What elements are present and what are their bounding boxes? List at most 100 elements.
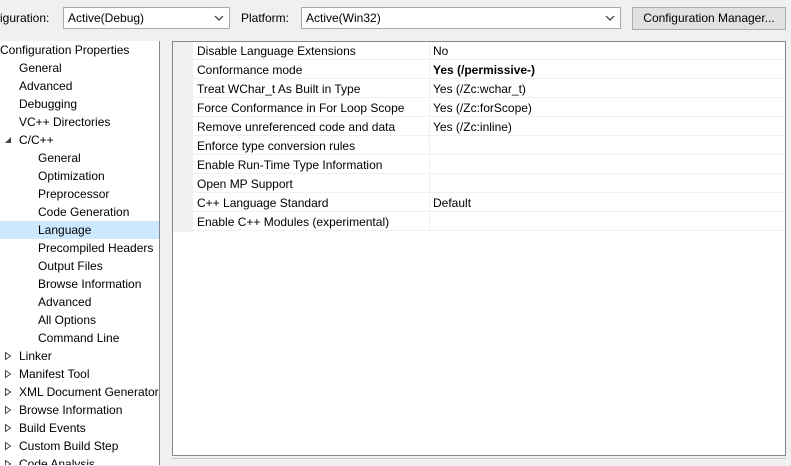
tree-item-manifest-tool[interactable]: Manifest Tool [0, 365, 159, 383]
property-name: Disable Language Extensions [193, 42, 430, 60]
collapsed-triangle-icon[interactable] [4, 370, 12, 378]
row-gutter [173, 213, 193, 232]
tree-item-optimization[interactable]: Optimization [0, 167, 159, 185]
tree-item-cpp[interactable]: C/C++ [0, 131, 159, 149]
tree-item-label: Advanced [19, 79, 73, 93]
property-value[interactable]: Yes (/permissive-) [430, 61, 785, 79]
tree-item-label: Custom Build Step [19, 439, 119, 453]
tree-item-label: General [38, 151, 81, 165]
property-row-enforce-type-conversion[interactable]: Enforce type conversion rules [173, 137, 785, 156]
property-row-conformance-mode[interactable]: Conformance mode Yes (/permissive-) [173, 61, 785, 80]
tree-item-xml-document-generator[interactable]: XML Document Generator [0, 383, 159, 401]
configuration-dropdown[interactable]: Active(Debug) [63, 7, 230, 29]
tree-item-label: C/C++ [19, 133, 54, 147]
collapsed-triangle-icon[interactable] [4, 352, 12, 360]
tree-item-cpp-general[interactable]: General [0, 149, 159, 167]
configuration-label: iguration: [0, 11, 50, 25]
tree-item-preprocessor[interactable]: Preprocessor [0, 185, 159, 203]
collapsed-triangle-icon[interactable] [4, 388, 12, 396]
tree-item-label: Manifest Tool [19, 367, 90, 381]
property-row-open-mp-support[interactable]: Open MP Support [173, 175, 785, 194]
platform-dropdown-value: Active(Win32) [306, 11, 381, 25]
tree-item-label: Debugging [19, 97, 78, 111]
tree-item-vc-directories[interactable]: VC++ Directories [0, 113, 159, 131]
tree-item-build-events[interactable]: Build Events [0, 419, 159, 437]
row-gutter [173, 156, 193, 175]
property-value[interactable] [430, 175, 785, 193]
tree-item-label: Code Generation [38, 205, 130, 219]
tree-item-label: Linker [19, 349, 52, 363]
tree-root-configuration-properties[interactable]: Configuration Properties [0, 41, 159, 59]
property-name: Treat WChar_t As Built in Type [193, 80, 430, 98]
property-name: Enable C++ Modules (experimental) [193, 213, 430, 231]
tree-item-label: Advanced [38, 295, 92, 309]
collapsed-triangle-icon[interactable] [4, 424, 12, 432]
property-name: Open MP Support [193, 175, 430, 193]
tree-item-general[interactable]: General [0, 59, 159, 77]
row-gutter [173, 175, 193, 194]
property-value[interactable]: Yes (/Zc:inline) [430, 118, 785, 136]
collapsed-triangle-icon[interactable] [4, 460, 12, 465]
tree-item-code-generation[interactable]: Code Generation [0, 203, 159, 221]
property-value[interactable]: No [430, 42, 785, 60]
property-value[interactable]: Default [430, 194, 785, 212]
tree-item-browse-information[interactable]: Browse Information [0, 275, 159, 293]
tree-item-label: Preprocessor [38, 187, 110, 201]
property-page-tree[interactable]: Configuration Properties General Advance… [0, 41, 160, 465]
property-row-enable-rtti[interactable]: Enable Run-Time Type Information [173, 156, 785, 175]
chevron-down-icon [214, 15, 224, 21]
property-name: Enable Run-Time Type Information [193, 156, 430, 174]
property-row-disable-language-extensions[interactable]: Disable Language Extensions No [173, 42, 785, 61]
tree-item-label: All Options [38, 313, 97, 327]
property-value[interactable] [430, 213, 785, 231]
tree-item-command-line[interactable]: Command Line [0, 329, 159, 347]
tree-item-label: General [19, 61, 62, 75]
tree-item-label: Configuration Properties [0, 43, 130, 57]
tree-item-label: Precompiled Headers [38, 241, 154, 255]
property-row-enable-cpp-modules[interactable]: Enable C++ Modules (experimental) [173, 213, 785, 232]
tree-item-label: Code Analysis [19, 457, 96, 465]
tree-item-custom-build-step[interactable]: Custom Build Step [0, 437, 159, 455]
property-name: Remove unreferenced code and data [193, 118, 430, 136]
tree-item-label: Browse Information [38, 277, 142, 291]
property-row-treat-wchar-t[interactable]: Treat WChar_t As Built in Type Yes (/Zc:… [173, 80, 785, 99]
tree-item-all-options[interactable]: All Options [0, 311, 159, 329]
tree-item-language-selected[interactable]: Language [0, 221, 159, 239]
tree-item-advanced[interactable]: Advanced [0, 77, 159, 95]
platform-dropdown[interactable]: Active(Win32) [301, 7, 621, 29]
tree-item-label: VC++ Directories [19, 115, 111, 129]
property-name: Conformance mode [193, 61, 430, 79]
tree-item-output-files[interactable]: Output Files [0, 257, 159, 275]
row-gutter [173, 42, 193, 61]
property-name: Force Conformance in For Loop Scope [193, 99, 430, 117]
property-grid: Disable Language Extensions No Conforman… [172, 41, 786, 456]
property-value[interactable]: Yes (/Zc:forScope) [430, 99, 785, 117]
tree-item-browse-information-top[interactable]: Browse Information [0, 401, 159, 419]
tree-item-linker[interactable]: Linker [0, 347, 159, 365]
platform-label: Platform: [241, 11, 290, 25]
property-name: Enforce type conversion rules [193, 137, 430, 155]
property-name: C++ Language Standard [193, 194, 430, 212]
property-value[interactable] [430, 137, 785, 155]
expanded-triangle-icon[interactable] [4, 136, 12, 144]
tree-item-label: Browse Information [19, 403, 123, 417]
tree-item-label: Optimization [38, 169, 105, 183]
tree-item-cpp-advanced[interactable]: Advanced [0, 293, 159, 311]
collapsed-triangle-icon[interactable] [4, 442, 12, 450]
tree-item-label: Language [38, 223, 92, 237]
row-gutter [173, 137, 193, 156]
property-row-remove-unreferenced-code[interactable]: Remove unreferenced code and data Yes (/… [173, 118, 785, 137]
collapsed-triangle-icon[interactable] [4, 406, 12, 414]
tree-item-debugging[interactable]: Debugging [0, 95, 159, 113]
row-gutter [173, 118, 193, 137]
configuration-manager-button[interactable]: Configuration Manager... [632, 7, 786, 30]
row-gutter [173, 99, 193, 118]
tree-item-label: Command Line [38, 331, 120, 345]
tree-item-code-analysis[interactable]: Code Analysis [0, 455, 159, 465]
tree-item-precompiled-headers[interactable]: Precompiled Headers [0, 239, 159, 257]
property-value[interactable] [430, 156, 785, 174]
property-row-cpp-language-standard[interactable]: C++ Language Standard Default [173, 194, 785, 213]
property-row-force-conformance-for-loop[interactable]: Force Conformance in For Loop Scope Yes … [173, 99, 785, 118]
property-value[interactable]: Yes (/Zc:wchar_t) [430, 80, 785, 98]
tree-item-label: XML Document Generator [19, 385, 159, 399]
